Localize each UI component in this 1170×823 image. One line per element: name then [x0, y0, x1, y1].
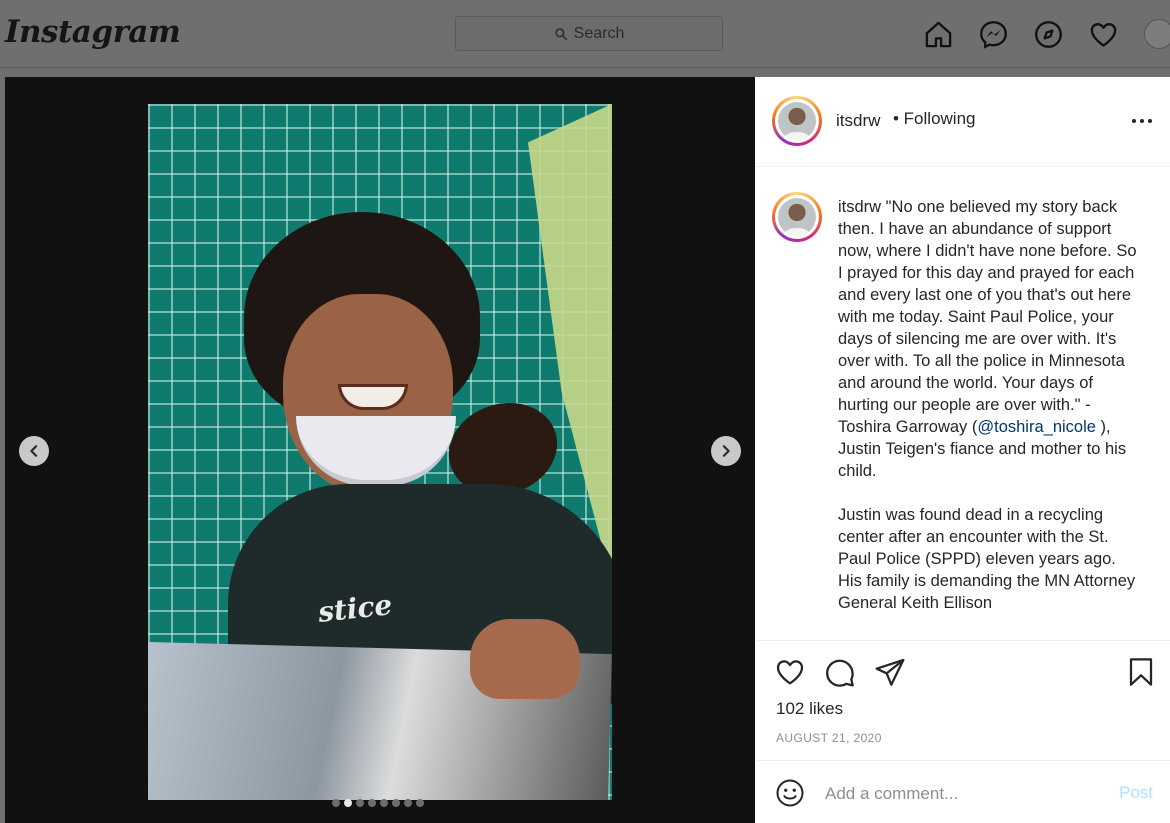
top-nav: Instagram Search: [0, 0, 1170, 68]
post-date[interactable]: AUGUST 21, 2020: [776, 731, 882, 745]
emoji-icon: [776, 779, 804, 807]
caption-author-avatar-image: [778, 198, 816, 236]
comment-bar: Post: [755, 760, 1170, 823]
caption-text-part1: "No one believed my story back then. I h…: [838, 198, 1142, 436]
following-button[interactable]: • Following: [893, 109, 976, 129]
comment-input[interactable]: [825, 781, 1075, 807]
instagram-logo[interactable]: Instagram: [5, 14, 181, 50]
explore-icon[interactable]: [1033, 19, 1064, 50]
author-avatar[interactable]: [772, 96, 822, 146]
profile-avatar[interactable]: [1144, 19, 1170, 49]
post-header: itsdrw • Following: [755, 77, 1170, 167]
caption-text-part2: ), Justin Teigen's fiance and mother to …: [838, 418, 1136, 612]
post-side-panel: itsdrw • Following itsdrw "No one believ…: [755, 77, 1170, 823]
carousel-dot: [416, 799, 424, 807]
more-icon: [1132, 119, 1152, 123]
carousel-dot: [368, 799, 376, 807]
post-comment-button[interactable]: Post: [1119, 783, 1153, 803]
author-avatar-image: [778, 102, 816, 140]
search-icon: [554, 27, 567, 40]
search-placeholder: Search: [573, 24, 625, 42]
nav-icons: [923, 19, 1119, 50]
carousel-dot: [356, 799, 364, 807]
comment-icon: [826, 659, 854, 687]
carousel-next-button[interactable]: [711, 436, 741, 466]
post-photo[interactable]: stice: [148, 104, 612, 800]
save-button[interactable]: [1125, 656, 1157, 688]
post-actions: 102 likes AUGUST 21, 2020: [755, 640, 1170, 760]
comment-button[interactable]: [824, 656, 856, 688]
like-count[interactable]: 102 likes: [776, 699, 843, 719]
chevron-right-icon: [722, 445, 730, 457]
heart-icon: [776, 660, 804, 685]
caption-author-avatar[interactable]: [772, 192, 822, 242]
more-options-button[interactable]: [1130, 111, 1154, 131]
carousel-dot: [380, 799, 388, 807]
like-button[interactable]: [774, 656, 806, 688]
bookmark-icon: [1129, 658, 1153, 686]
caption-mention-link[interactable]: @toshira_nicole: [977, 418, 1096, 436]
emoji-button[interactable]: [775, 778, 805, 808]
home-icon[interactable]: [923, 19, 954, 50]
carousel-prev-button[interactable]: [19, 436, 49, 466]
send-icon: [875, 658, 905, 686]
carousel-dot: [332, 799, 340, 807]
post-caption: itsdrw "No one believed my story back th…: [838, 196, 1140, 614]
author-username[interactable]: itsdrw: [836, 111, 880, 131]
carousel-dots: [332, 799, 424, 807]
search-box[interactable]: Search: [455, 16, 723, 51]
chevron-left-icon: [30, 445, 38, 457]
carousel-dot: [344, 799, 352, 807]
caption-username[interactable]: itsdrw: [838, 198, 881, 216]
messenger-icon[interactable]: [978, 19, 1009, 50]
caption-scroll-area[interactable]: itsdrw "No one believed my story back th…: [755, 168, 1170, 640]
heart-icon[interactable]: [1088, 19, 1119, 50]
subject-hand: [470, 619, 580, 699]
carousel-dot: [404, 799, 412, 807]
carousel-dot: [392, 799, 400, 807]
share-button[interactable]: [874, 656, 906, 688]
